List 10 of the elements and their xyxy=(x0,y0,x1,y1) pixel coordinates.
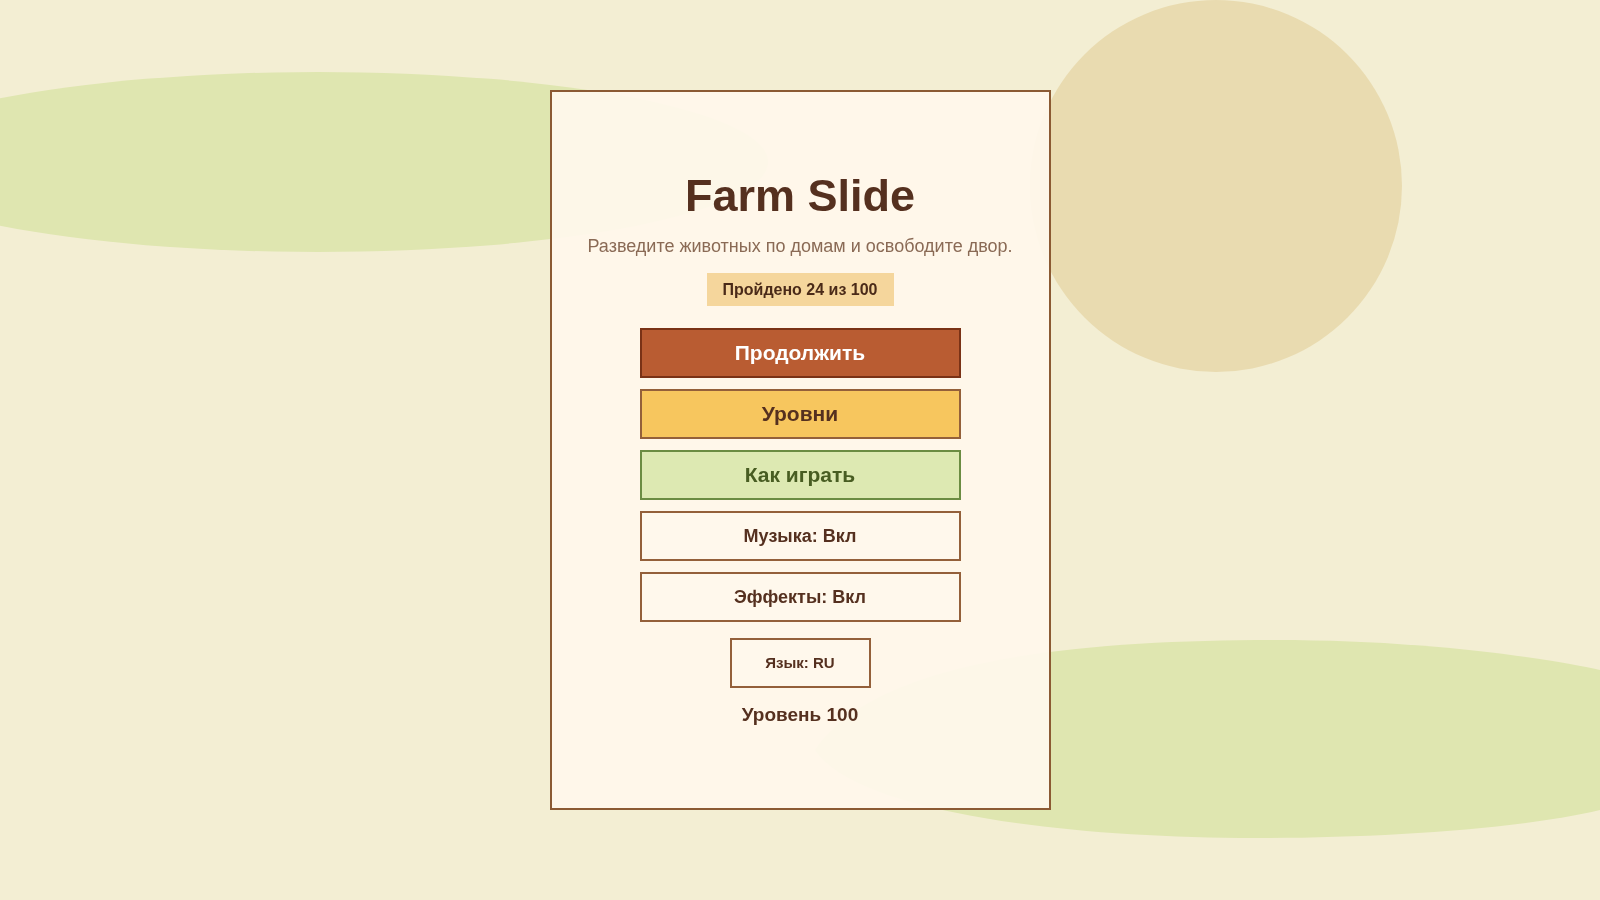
levels-button[interactable]: Уровни xyxy=(639,389,961,439)
level-label: Уровень 100 xyxy=(741,703,859,727)
game-title: Farm Slide xyxy=(684,170,916,222)
toggle-button[interactable]: Музыка: Вкл xyxy=(639,511,961,561)
language-button[interactable]: Язык: RU xyxy=(729,638,871,688)
toggle-button[interactable]: Эффекты: Вкл xyxy=(639,572,961,622)
subtitle-text: Разведите животных по домам и освободите двор. xyxy=(587,235,1013,258)
continue-button[interactable]: Продолжить xyxy=(639,328,961,378)
progress-badge: Пройдено 24 из 100 xyxy=(706,273,894,306)
how-to-play-button[interactable]: Как играть xyxy=(639,450,961,500)
